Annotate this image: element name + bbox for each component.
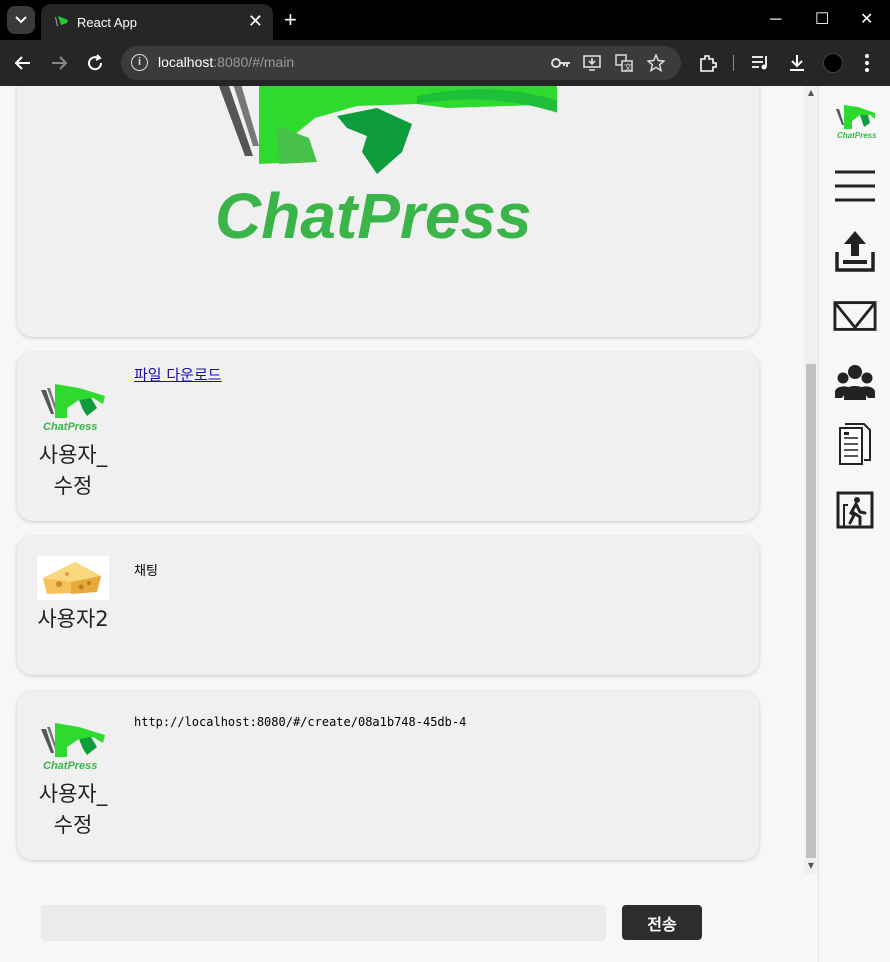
svg-text:ChatPress: ChatPress [43, 760, 97, 772]
banner-card: ChatPress [17, 86, 759, 337]
chat-message-list[interactable]: ChatPress ChatPress 사용자_수정 파일 다운로드 사용자2 … [0, 86, 804, 874]
message-text: 채팅 [134, 564, 158, 579]
chevron-down-icon [15, 16, 27, 24]
tab-search-button[interactable] [7, 6, 35, 34]
address-bar[interactable]: i localhost:8080/#/main 文 [121, 46, 681, 80]
media-queue-icon[interactable] [751, 54, 771, 72]
chatpress-logo-avatar: ChatPress [41, 384, 105, 433]
app-page: ChatPress ChatPress 사용자_수정 파일 다운로드 사용자2 … [0, 86, 890, 962]
maximize-button[interactable]: ☐ [815, 10, 829, 30]
sidebar-documents-button[interactable] [833, 422, 877, 466]
tab-title: React App [77, 14, 137, 30]
username: 사용자2 [37, 607, 109, 631]
upload-icon [835, 231, 875, 272]
sidebar-logo[interactable]: ChatPress [833, 100, 877, 144]
new-tab-button[interactable]: + [284, 9, 297, 31]
back-icon[interactable] [14, 54, 32, 72]
kebab-menu-icon[interactable] [864, 53, 870, 73]
site-info-icon[interactable]: i [131, 54, 148, 71]
exit-icon [836, 491, 874, 529]
sidebar-users-button[interactable] [833, 360, 877, 404]
forward-icon[interactable] [50, 54, 68, 72]
send-button[interactable]: 전송 [622, 905, 702, 940]
translate-icon[interactable]: 文 [615, 54, 633, 72]
svg-text:文: 文 [624, 62, 632, 72]
cheese-avatar [37, 556, 109, 600]
chat-scrollbar[interactable]: ▲ ▼ [804, 86, 818, 874]
tab-close-button[interactable]: ✕ [248, 13, 263, 31]
chatpress-banner-logo: ChatPress [215, 86, 557, 241]
extensions-icon[interactable] [698, 53, 718, 73]
username: 사용자_수정 [38, 443, 108, 498]
key-icon[interactable] [551, 56, 571, 70]
message-card: ChatPress 사용자_수정 http://localhost:8080/#… [17, 691, 759, 860]
sidebar-mail-button[interactable] [833, 294, 877, 338]
svg-text:ChatPress: ChatPress [837, 131, 876, 140]
message-card: ChatPress 사용자_수정 파일 다운로드 [17, 352, 759, 521]
sidebar-upload-button[interactable] [833, 229, 877, 273]
message-author: ChatPress 사용자_수정 [37, 352, 109, 502]
download-icon[interactable] [787, 53, 807, 73]
menu-icon [835, 170, 875, 202]
sidebar-menu-button[interactable] [833, 164, 877, 208]
minimize-button[interactable]: ─ [770, 10, 781, 30]
svg-text:ChatPress: ChatPress [43, 421, 97, 433]
mail-icon [833, 301, 877, 331]
scroll-thumb[interactable] [806, 364, 816, 858]
app-sidebar: ChatPress [818, 86, 890, 962]
message-text: http://localhost:8080/#/create/08a1b748-… [134, 715, 467, 729]
message-composer: 전송 [0, 886, 818, 962]
browser-tab[interactable]: React App ✕ [41, 4, 273, 40]
bookmark-star-icon[interactable] [647, 54, 665, 72]
profile-avatar[interactable] [823, 53, 843, 73]
install-app-icon[interactable] [583, 55, 601, 71]
chatpress-favicon-icon [55, 16, 68, 26]
message-author: ChatPress 사용자_수정 [37, 691, 109, 841]
window-close-button[interactable]: ✕ [860, 10, 873, 30]
reload-icon[interactable] [86, 54, 104, 72]
scroll-up-arrow-icon[interactable]: ▲ [804, 88, 818, 97]
browser-toolbar: i localhost:8080/#/main 文 [0, 40, 890, 86]
svg-text:ChatPress: ChatPress [215, 180, 532, 241]
toolbar-divider [733, 55, 734, 71]
document-icon [839, 423, 871, 465]
chatpress-logo-avatar: ChatPress [41, 723, 105, 772]
chatpress-logo-icon: ChatPress [836, 105, 876, 140]
url-text: localhost:8080/#/main [158, 54, 295, 70]
message-card: 사용자2 채팅 [17, 536, 759, 675]
users-icon [835, 365, 875, 400]
sidebar-exit-button[interactable] [833, 488, 877, 532]
scroll-down-arrow-icon[interactable]: ▼ [804, 861, 818, 870]
username: 사용자_수정 [38, 782, 108, 837]
file-download-link[interactable]: 파일 다운로드 [134, 364, 222, 385]
message-input[interactable] [41, 905, 606, 941]
message-author: 사용자2 [37, 536, 109, 635]
browser-tab-bar: React App ✕ + ─ ☐ ✕ [0, 0, 890, 40]
